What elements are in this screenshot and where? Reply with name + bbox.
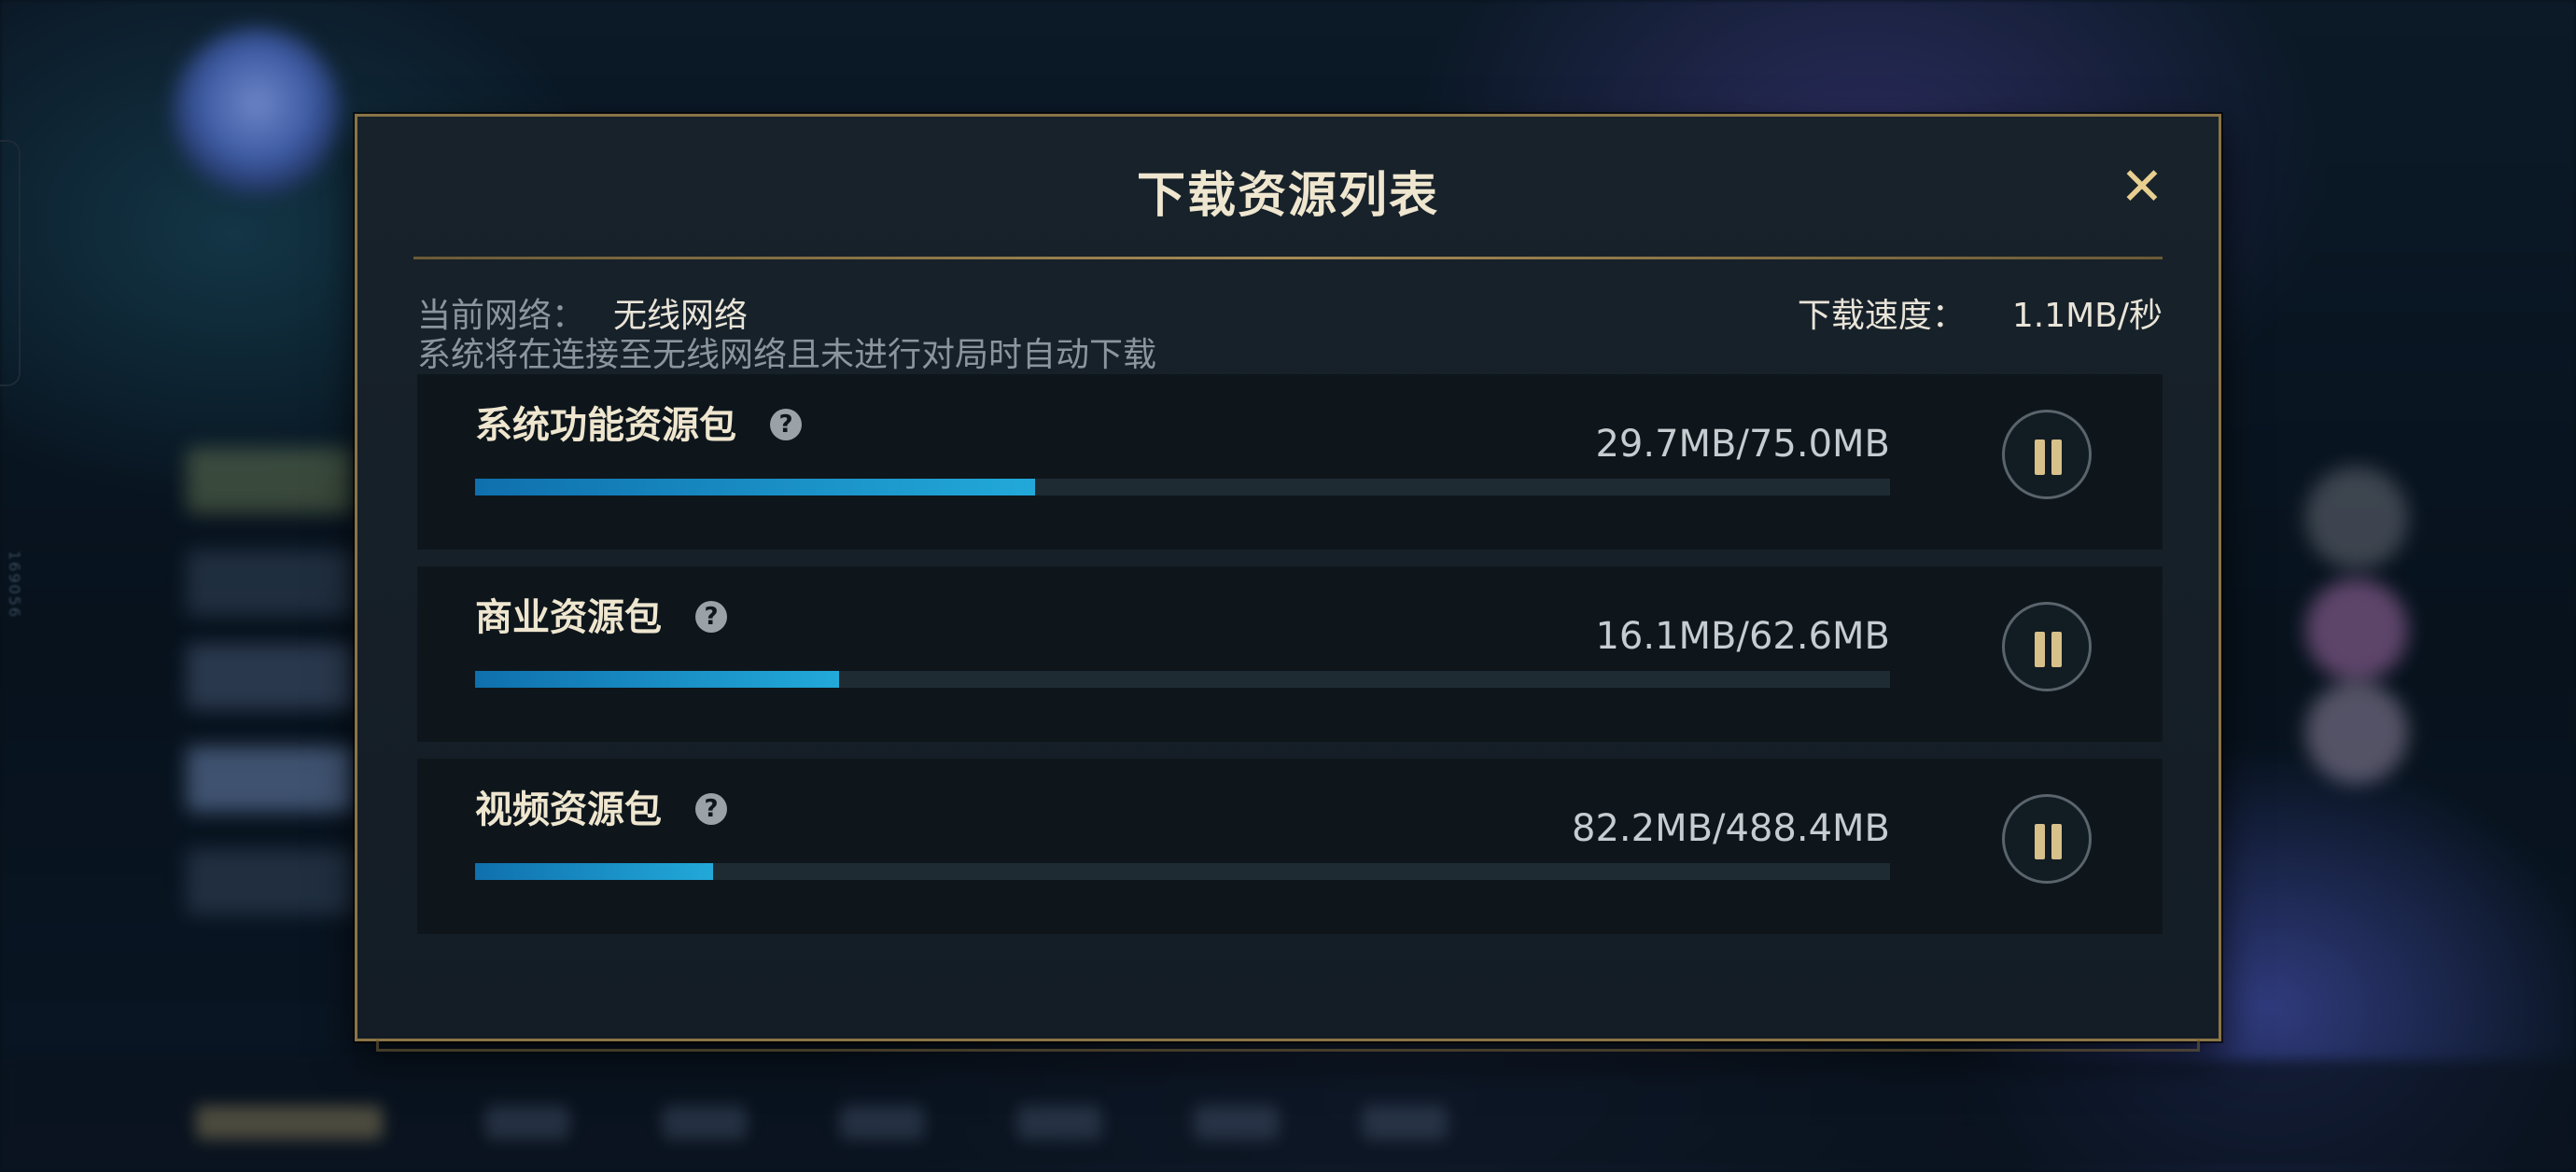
rank-emblem — [173, 28, 341, 196]
resource-name: 商业资源包? — [475, 587, 727, 641]
close-icon[interactable]: ✕ — [2114, 160, 2170, 216]
resource-name-label: 商业资源包 — [475, 596, 662, 639]
download-resources-dialog: 下载资源列表 ✕ 当前网络： 无线网络 系统将在连接至无线网络且未进行对局时自动下… — [355, 114, 2221, 1052]
background-bottom-item — [840, 1106, 924, 1139]
resource-size: 82.2MB/488.4MB — [1572, 807, 1890, 850]
title-divider — [413, 257, 2163, 259]
background-avatar — [2305, 681, 2408, 784]
resource-name: 系统功能资源包? — [475, 395, 802, 449]
pause-button[interactable] — [2002, 794, 2092, 884]
background-bottom-bar — [0, 1060, 2576, 1172]
resource-name-label: 系统功能资源包 — [475, 404, 736, 447]
resource-item-system: 系统功能资源包? 29.7MB/75.0MB — [417, 374, 2163, 550]
pause-icon — [2035, 440, 2045, 475]
progress-bar — [475, 863, 1890, 880]
resource-item-commercial: 商业资源包? 16.1MB/62.6MB — [417, 566, 2163, 742]
background-avatar — [2305, 467, 2408, 569]
speed-value: 1.1MB/秒 — [2011, 297, 2163, 335]
progress-fill — [475, 479, 1036, 495]
screen-bezel — [0, 140, 21, 386]
background-bottom-item — [196, 1106, 383, 1139]
pause-icon — [2035, 824, 2045, 859]
pause-icon — [2051, 632, 2062, 667]
resource-size: 29.7MB/75.0MB — [1595, 423, 1890, 466]
background-bottom-item — [1195, 1106, 1279, 1139]
progress-fill — [475, 671, 839, 688]
progress-bar — [475, 479, 1890, 495]
background-bottom-item — [1017, 1106, 1101, 1139]
dialog-title: 下载资源列表 — [1136, 168, 1439, 224]
resource-name: 视频资源包? — [475, 779, 727, 833]
question-circle-icon[interactable]: ? — [770, 409, 802, 440]
auto-download-note: 系统将在连接至无线网络且未进行对局时自动下载 — [417, 336, 1157, 374]
question-circle-icon[interactable]: ? — [695, 601, 727, 633]
resource-size: 16.1MB/62.6MB — [1595, 615, 1890, 658]
background-menu-item — [187, 448, 355, 513]
resource-name-label: 视频资源包 — [475, 788, 662, 831]
pause-icon — [2035, 632, 2045, 667]
progress-bar — [475, 671, 1890, 688]
speed-label: 下载速度： — [1797, 297, 1966, 335]
progress-fill — [475, 863, 713, 880]
background-menu-item — [187, 746, 355, 812]
background-bottom-item — [485, 1106, 569, 1139]
download-speed: 下载速度： 1.1MB/秒 — [1798, 288, 2163, 337]
pause-button[interactable] — [2002, 602, 2092, 691]
background-bottom-item — [663, 1106, 747, 1139]
background-bottom-item — [1363, 1106, 1447, 1139]
pause-icon — [2051, 440, 2062, 475]
pause-button[interactable] — [2002, 410, 2092, 499]
background-menu-item — [187, 551, 355, 616]
background-menu-item — [187, 849, 355, 914]
background-side-text: 169056 — [6, 551, 23, 620]
pause-icon — [2051, 824, 2062, 859]
background-avatar — [2305, 579, 2408, 681]
resource-item-video: 视频资源包? 82.2MB/488.4MB — [417, 759, 2163, 934]
question-circle-icon[interactable]: ? — [695, 793, 727, 825]
background-menu-item — [187, 644, 355, 709]
